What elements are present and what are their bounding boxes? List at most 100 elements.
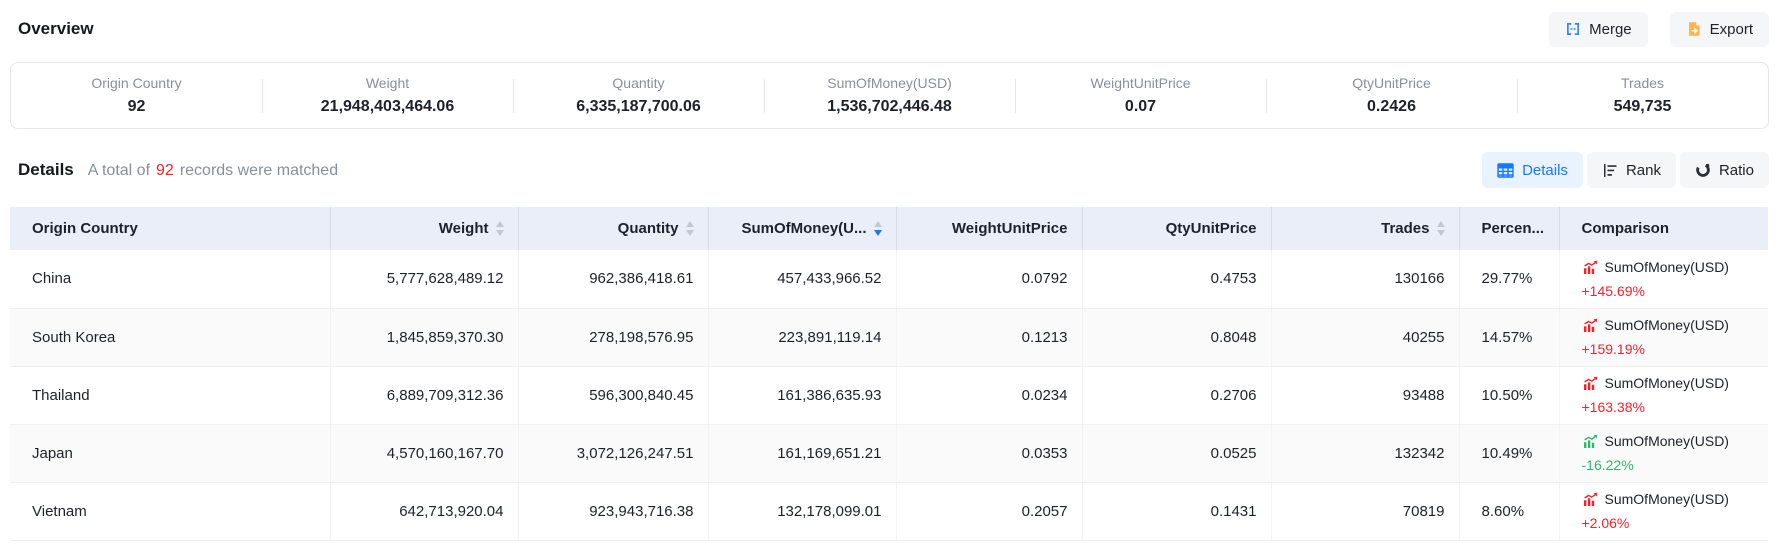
cell-quantity: 962,386,418.61 — [518, 250, 708, 308]
cell-origin-country: Japan — [10, 424, 330, 482]
cell-sum-of-money: 132,178,099.01 — [708, 482, 896, 540]
merge-button-label: Merge — [1589, 21, 1632, 38]
cell-quantity: 923,943,716.38 — [518, 482, 708, 540]
export-button[interactable]: Export — [1670, 12, 1769, 47]
comparison-trend: SumOfMoney(USD) +159.19% — [1582, 313, 1755, 361]
cell-qty-unit-price: 0.8048 — [1082, 308, 1271, 366]
cell-sum-of-money: 161,386,635.93 — [708, 366, 896, 424]
stat-value: 21,948,403,464.06 — [262, 95, 513, 119]
trend-chart-icon — [1582, 259, 1598, 275]
overview-stats-card: Origin Country 92 Weight 21,948,403,464.… — [10, 62, 1769, 129]
comparison-trend: SumOfMoney(USD) +145.69% — [1582, 255, 1755, 303]
summary-prefix: A total of — [88, 162, 150, 179]
sort-caret-icon[interactable] — [1437, 221, 1445, 236]
trend-chart-icon — [1582, 491, 1598, 507]
details-heading: Details A total of92records were matched — [18, 160, 338, 180]
cell-sum-of-money: 161,169,651.21 — [708, 424, 896, 482]
tab-rank-label: Rank — [1626, 162, 1661, 179]
stat-qty-unit-price: QtyUnitPrice 0.2426 — [1266, 67, 1517, 125]
cell-qty-unit-price: 0.2706 — [1082, 366, 1271, 424]
stat-weight-unit-price: WeightUnitPrice 0.07 — [1015, 67, 1266, 125]
merge-button[interactable]: Merge — [1549, 12, 1648, 47]
record-count: 92 — [156, 162, 174, 179]
column-header-trades[interactable]: Trades — [1271, 207, 1459, 250]
cell-trades: 40255 — [1271, 308, 1459, 366]
trend-chart-icon — [1582, 375, 1598, 391]
cell-percent: 14.57% — [1459, 308, 1559, 366]
table-row[interactable]: China 5,777,628,489.12 962,386,418.61 45… — [10, 250, 1768, 308]
sort-caret-icon[interactable] — [496, 221, 504, 236]
comparison-change-value: +145.69% — [1582, 279, 1755, 303]
comparison-change-value: -16.22% — [1582, 453, 1755, 477]
cell-comparison: SumOfMoney(USD) +2.06% — [1559, 482, 1768, 540]
tab-ratio[interactable]: Ratio — [1680, 152, 1769, 188]
comparison-metric-label: SumOfMoney(USD) — [1605, 371, 1729, 395]
stat-label: QtyUnitPrice — [1266, 73, 1517, 93]
stat-sum-of-money: SumOfMoney(USD) 1,536,702,446.48 — [764, 67, 1015, 125]
column-header-qty-unit-price: QtyUnitPrice — [1082, 207, 1271, 250]
cell-comparison: SumOfMoney(USD) -16.22% — [1559, 424, 1768, 482]
cell-qty-unit-price: 0.4753 — [1082, 250, 1271, 308]
stat-value: 6,335,187,700.06 — [513, 95, 764, 119]
cell-weight-unit-price: 0.0792 — [896, 250, 1082, 308]
cell-percent: 10.49% — [1459, 424, 1559, 482]
stat-weight: Weight 21,948,403,464.06 — [262, 67, 513, 125]
table-row[interactable]: Thailand 6,889,709,312.36 596,300,840.45… — [10, 366, 1768, 424]
merge-icon — [1565, 21, 1581, 37]
table-row[interactable]: Vietnam 642,713,920.04 923,943,716.38 13… — [10, 482, 1768, 540]
cell-quantity: 278,198,576.95 — [518, 308, 708, 366]
stat-label: Origin Country — [11, 73, 262, 93]
stat-label: WeightUnitPrice — [1015, 73, 1266, 93]
cell-percent: 29.77% — [1459, 250, 1559, 308]
export-button-label: Export — [1710, 21, 1753, 38]
cell-weight-unit-price: 0.2057 — [896, 482, 1082, 540]
column-header-comparison: Comparison — [1559, 207, 1768, 250]
stat-value: 0.2426 — [1266, 95, 1517, 119]
stat-quantity: Quantity 6,335,187,700.06 — [513, 67, 764, 125]
cell-weight-unit-price: 0.1213 — [896, 308, 1082, 366]
cell-comparison: SumOfMoney(USD) +159.19% — [1559, 308, 1768, 366]
details-bar: Details A total of92records were matched… — [18, 151, 1769, 189]
cell-percent: 10.50% — [1459, 366, 1559, 424]
view-tabs: Details Rank Ratio — [1482, 152, 1769, 188]
ratio-icon — [1695, 162, 1711, 178]
cell-origin-country: Thailand — [10, 366, 330, 424]
export-icon — [1686, 21, 1702, 37]
comparison-change-value: +2.06% — [1582, 511, 1755, 535]
stat-label: Weight — [262, 73, 513, 93]
cell-weight-unit-price: 0.0234 — [896, 366, 1082, 424]
topbar-actions: Merge Export — [1549, 12, 1769, 47]
page-title: Overview — [18, 19, 94, 39]
cell-weight: 1,845,859,370.30 — [330, 308, 518, 366]
table-row[interactable]: South Korea 1,845,859,370.30 278,198,576… — [10, 308, 1768, 366]
cell-origin-country: South Korea — [10, 308, 330, 366]
cell-trades: 93488 — [1271, 366, 1459, 424]
comparison-change-value: +159.19% — [1582, 337, 1755, 361]
cell-qty-unit-price: 0.0525 — [1082, 424, 1271, 482]
tab-details[interactable]: Details — [1482, 152, 1583, 188]
stat-value: 549,735 — [1517, 95, 1768, 119]
column-header-quantity[interactable]: Quantity — [518, 207, 708, 250]
stat-value: 1,536,702,446.48 — [764, 95, 1015, 119]
tab-details-label: Details — [1522, 162, 1568, 179]
cell-sum-of-money: 457,433,966.52 — [708, 250, 896, 308]
details-title: Details — [18, 160, 74, 180]
sort-caret-icon[interactable] — [686, 221, 694, 236]
comparison-change-value: +163.38% — [1582, 395, 1755, 419]
topbar: Overview Merge — [0, 0, 1779, 48]
cell-quantity: 596,300,840.45 — [518, 366, 708, 424]
cell-weight: 4,570,160,167.70 — [330, 424, 518, 482]
column-header-sum-of-money[interactable]: SumOfMoney(U... — [708, 207, 896, 250]
cell-comparison: SumOfMoney(USD) +163.38% — [1559, 366, 1768, 424]
comparison-metric-label: SumOfMoney(USD) — [1605, 429, 1729, 453]
cell-origin-country: China — [10, 250, 330, 308]
details-table: Origin Country Weight Quantity SumOfMone… — [10, 207, 1768, 541]
cell-weight: 6,889,709,312.36 — [330, 366, 518, 424]
table-row[interactable]: Japan 4,570,160,167.70 3,072,126,247.51 … — [10, 424, 1768, 482]
tab-rank[interactable]: Rank — [1587, 152, 1676, 188]
comparison-metric-label: SumOfMoney(USD) — [1605, 255, 1729, 279]
column-header-weight[interactable]: Weight — [330, 207, 518, 250]
table-header-row: Origin Country Weight Quantity SumOfMone… — [10, 207, 1768, 250]
sort-caret-icon[interactable] — [874, 221, 882, 236]
comparison-metric-label: SumOfMoney(USD) — [1605, 313, 1729, 337]
